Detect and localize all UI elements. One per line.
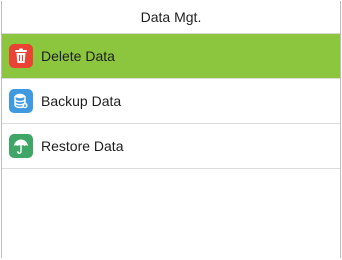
menu-item-backup-data[interactable]: Backup Data [2,79,340,124]
menu-item-label: Restore Data [41,138,124,154]
page-title: Data Mgt. [2,1,340,34]
database-icon [9,89,33,113]
menu-item-restore-data[interactable]: Restore Data [2,124,340,169]
menu-item-label: Delete Data [41,48,115,64]
umbrella-icon [9,134,33,158]
data-management-screen: Data Mgt. Delete Data Backup Data Restor… [1,1,341,258]
menu-item-label: Backup Data [41,93,122,109]
menu-list: Delete Data Backup Data Restore Data [2,34,340,169]
menu-item-delete-data[interactable]: Delete Data [2,34,340,79]
trash-icon [9,44,33,68]
